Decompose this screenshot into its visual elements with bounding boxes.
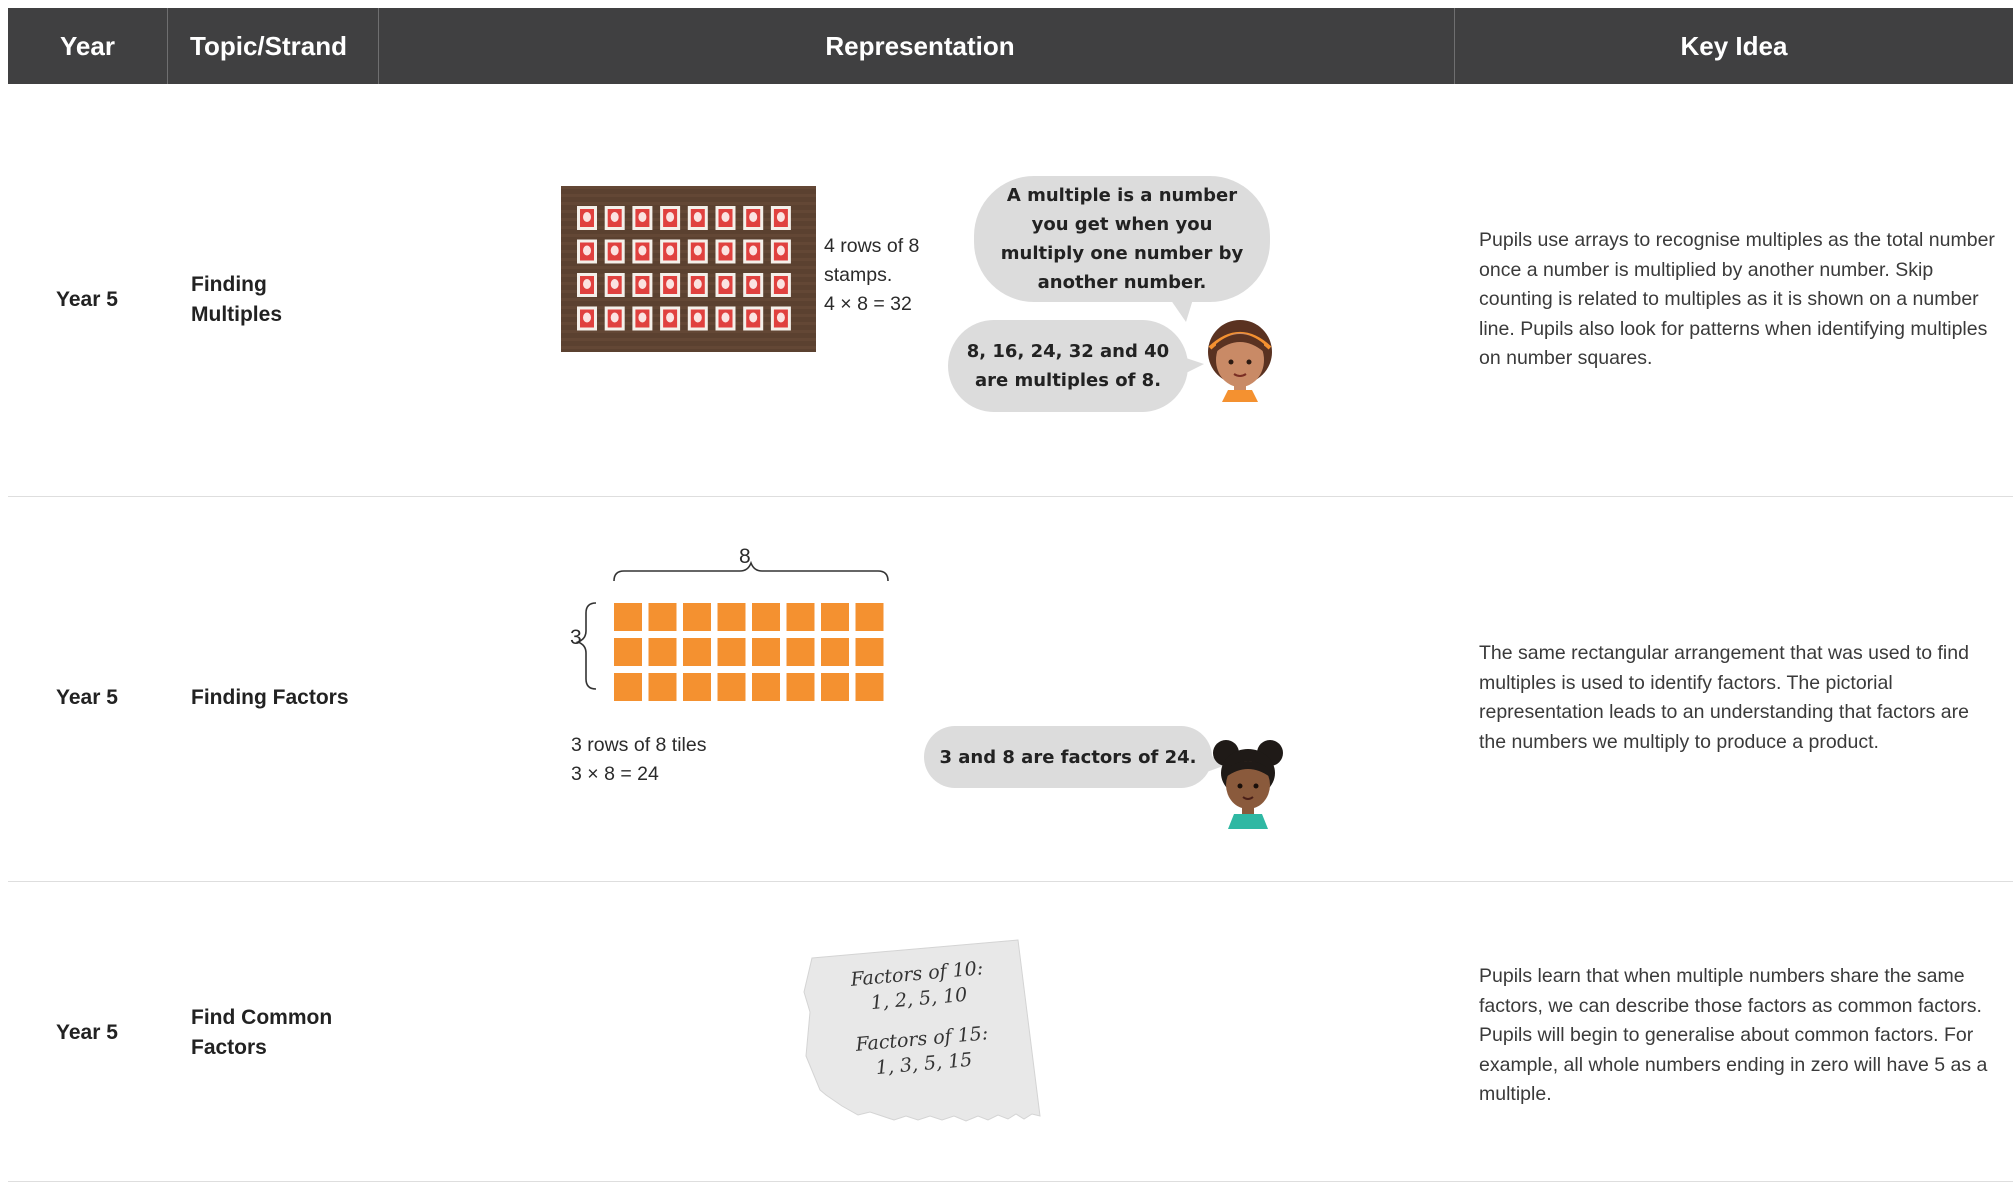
stamp-portrait [721,279,730,289]
header-year: Year [60,30,115,61]
stamp-portrait [666,245,675,256]
speech-bubble: 3 and 8 are factors of 24. [924,726,1212,788]
tile-label-left: 3 [570,626,582,649]
stamp-portrait [749,212,758,222]
girl-avatar [1208,320,1272,402]
multiples-caption: 4 rows of 8 stamps. 4 × 8 = 32 [824,232,919,319]
stamp-portrait [693,279,702,289]
key-idea-text: Pupils use arrays to recognise multiples… [1479,229,1995,369]
header-topic: Topic/Strand [190,30,347,61]
orange-tile [648,673,677,701]
stamp-portrait [749,279,758,289]
orange-tile [683,638,711,666]
orange-tile [614,638,642,666]
row-divider [8,1181,2013,1182]
caption-line: stamps. [824,264,893,286]
orange-tile [717,603,746,631]
orange-tile [821,673,849,701]
stamp-portrait [638,312,647,323]
stamp-portrait [583,212,591,222]
table-row: Year 5 Find Common Factors Factors of 10… [8,882,2013,1186]
caption-line: 3 rows of 8 tiles [571,734,707,756]
orange-tile [855,603,884,631]
year-cell: Year 5 [56,288,118,311]
stamp-portrait [666,212,675,222]
orange-tile [821,638,849,666]
caption-line: 4 rows of 8 [824,235,920,257]
stamp-portrait [638,279,647,289]
stamp-portrait [638,212,647,222]
orange-tile [855,638,884,666]
tile-array-image [575,560,889,701]
stamp-portrait [610,279,619,289]
stamp-portrait [776,312,785,323]
stamp-array-image [561,186,816,352]
header-divider [167,8,168,84]
topic-cell: Finding Multiples [191,273,283,326]
orange-tile [614,673,642,701]
stamp-portrait [749,312,758,323]
orange-tile [717,673,746,701]
orange-tile [683,603,711,631]
header-key-idea: Key Idea [1680,30,1788,61]
header-representation: Representation [825,30,1015,61]
topic-cell: Finding Factors [191,686,349,709]
orange-tile [648,603,677,631]
stamp-portrait [776,212,785,222]
stamp-portrait [776,279,785,289]
stamp-portrait [583,312,591,323]
stamp-portrait [610,212,619,222]
stamp-portrait [693,212,702,222]
orange-tile [821,603,849,631]
stamp-portrait [638,245,647,256]
speech-bubble: A multiple is a number you get when you … [974,176,1270,302]
topic-cell: Find Common Factors [191,1006,333,1059]
stamp-portrait [583,245,591,256]
table-row: Year 5 Finding Factors 8 3 3 rows of 8 t… [8,497,2013,881]
stamp-portrait [693,312,702,323]
key-idea-text: The same rectangular arrangement that wa… [1479,642,1969,753]
orange-tile [786,673,815,701]
year-cell: Year 5 [56,1021,118,1044]
stamp-portrait [721,212,730,222]
orange-tile [648,638,677,666]
stamp-portrait [776,245,785,256]
stamp-portrait [721,312,730,323]
speech-bubble-tail [1168,296,1194,322]
factors-caption: 3 rows of 8 tiles 3 × 8 = 24 [571,731,706,789]
stamp-portrait [610,245,619,256]
stamp-portrait [666,312,675,323]
orange-tile [683,673,711,701]
stamp-portrait [693,245,702,256]
stamp-portrait [749,245,758,256]
caption-line: 4 × 8 = 32 [824,293,912,315]
orange-tile [717,638,746,666]
year-cell: Year 5 [56,686,118,709]
stamp-portrait [583,279,591,289]
orange-tile [752,673,780,701]
key-idea-text: Pupils learn that when multiple numbers … [1479,965,1988,1105]
caption-line: 3 × 8 = 24 [571,763,659,785]
orange-tile [855,673,884,701]
stamp-portrait [610,312,619,323]
stamp-portrait [666,279,675,289]
orange-tile [614,603,642,631]
stamp-portrait [721,245,730,256]
table-header: Year Topic/Strand Representation Key Ide… [8,8,2013,84]
speech-bubble: 8, 16, 24, 32 and 40 are multiples of 8. [948,320,1188,412]
orange-tile [752,603,780,631]
orange-tile [786,603,815,631]
orange-tile [786,638,815,666]
girl-avatar [1213,740,1283,829]
table-row: Year 5 Finding Multiples 4 rows of 8 sta… [8,84,2013,501]
orange-tile [752,638,780,666]
tile-label-top: 8 [739,545,751,568]
